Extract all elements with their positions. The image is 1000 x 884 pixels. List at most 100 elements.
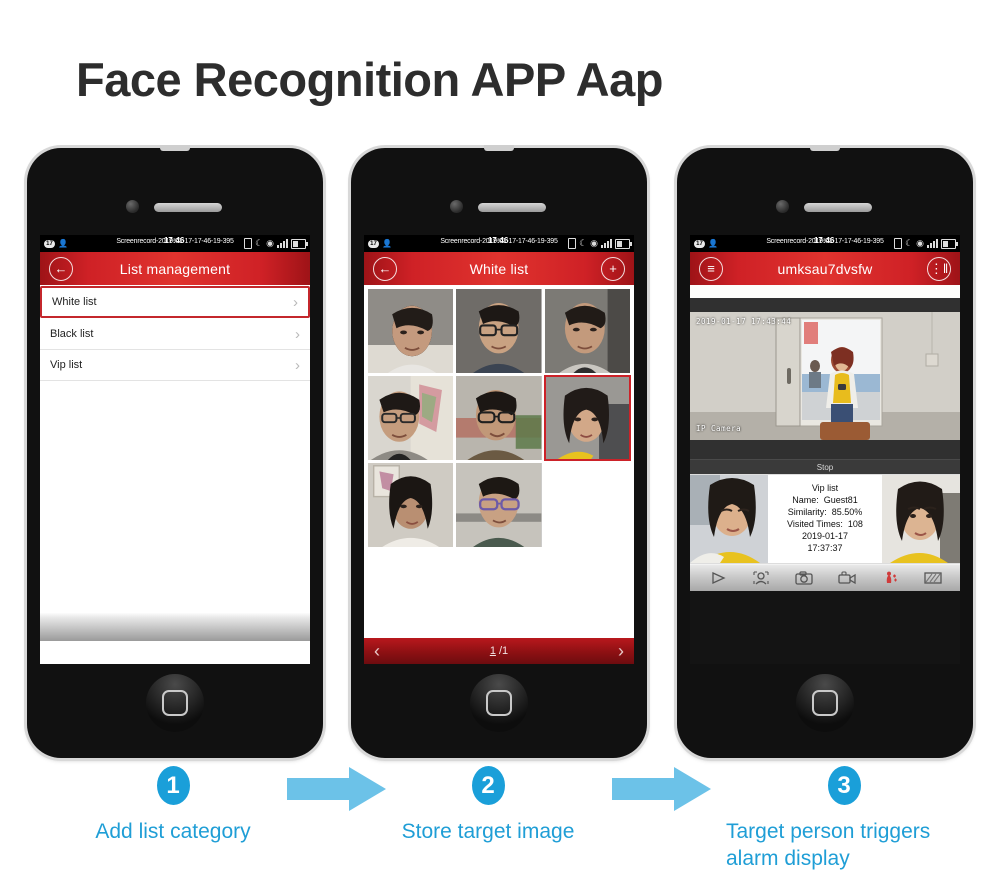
chevron-right-icon: › (293, 293, 298, 311)
pagination-total: /1 (495, 645, 509, 657)
list-item-label: Vip list (50, 359, 83, 371)
step-1-badge: 1 (156, 766, 190, 805)
phone-3-title: umksau7dvsfw (777, 260, 873, 277)
step-2-badge: 2 (471, 766, 505, 805)
back-arrow-icon[interactable]: ← (49, 256, 73, 281)
face-thumb-1[interactable] (368, 289, 454, 373)
wifi-icon: ◉ (266, 238, 274, 248)
page-title: Face Recognition APP Aap (76, 53, 663, 106)
earpiece-speaker-icon (154, 203, 222, 212)
alarm-icon[interactable] (879, 570, 901, 587)
contact-icon: 👤 (58, 238, 68, 248)
face-grid-empty-area (364, 551, 634, 636)
status-bar-left: 17 👤 (690, 239, 718, 248)
home-button[interactable] (470, 674, 528, 732)
phone-2-title: White list (469, 260, 529, 277)
status-bar-left: 17 👤 (40, 238, 68, 248)
status-bar: 17 👤 17:46 Screenrecord-2019-01-17-17-46… (364, 235, 634, 252)
add-plus-icon[interactable]: + (601, 256, 625, 281)
front-camera-icon (776, 200, 789, 213)
video-timestamp: 2019-01-17 17:43:44 (696, 317, 792, 326)
list-item-vip-list[interactable]: Vip list › (40, 350, 310, 381)
face-thumb-7[interactable] (368, 463, 454, 547)
silent-moon-icon: ☾ (579, 238, 588, 248)
wifi-icon: ◉ (916, 238, 924, 248)
signal-bars-icon (601, 239, 612, 248)
flow-arrow-2 (612, 765, 712, 818)
step-3-badge: 3 (827, 766, 861, 805)
status-bar-right: ☾ ◉ (568, 238, 634, 249)
status-bar-recording-text: Screenrecord-2019-01-17-17-46-19-395 (116, 238, 234, 245)
wifi-icon: ◉ (590, 238, 598, 248)
flow-arrow-1 (287, 765, 387, 818)
alarm-visited-row: Visited Times: 108 (787, 519, 863, 531)
alarm-visited-value: 108 (847, 519, 863, 529)
video-channel-label: IP Camera (696, 424, 742, 433)
face-thumb-4[interactable] (368, 376, 454, 460)
status-bar-right: ☾ ◉ (244, 238, 310, 249)
pagination-bar: ‹ 1 /1 › (364, 636, 634, 664)
home-button-square-icon (812, 690, 838, 716)
signal-bars-icon (277, 239, 288, 248)
chevron-right-icon[interactable]: › (618, 642, 624, 660)
earpiece-speaker-icon (478, 203, 546, 212)
face-thumbnail-grid (364, 285, 634, 551)
phone-top-notch-icon (484, 145, 514, 151)
list-empty-area (40, 381, 310, 613)
phone-top-notch-icon (160, 145, 190, 151)
live-video-player[interactable]: 2019-01-17 17:43:44 IP Camera Stop (690, 298, 960, 474)
contact-icon: 👤 (382, 238, 392, 248)
alarm-time: 17:37:37 (807, 542, 843, 553)
home-button[interactable] (796, 674, 854, 732)
face-thumb-6[interactable] (543, 375, 632, 461)
face-thumb-8[interactable] (456, 463, 542, 547)
face-thumb-3[interactable] (544, 289, 630, 373)
face-thumb-5[interactable] (456, 376, 542, 460)
video-stop-button[interactable]: Stop (690, 459, 960, 474)
list-item-white-list[interactable]: White list › (40, 286, 310, 318)
device-settings-icon[interactable]: ⋮‖ (927, 256, 951, 281)
status-bar: 17 👤 17:46 Screenrecord-2019-01-17-17-46… (690, 235, 960, 252)
home-button-square-icon (486, 690, 512, 716)
alarm-list-type: Vip list (811, 483, 839, 494)
status-bar-recording-text: Screenrecord-2019-01-17-17-46-19-395 (766, 238, 884, 245)
step-1-label: Add list category (95, 820, 251, 843)
record-video-icon[interactable] (836, 570, 858, 587)
status-bar-right: ☾ ◉ (894, 238, 960, 249)
list-item-black-list[interactable]: Black list › (40, 319, 310, 350)
front-camera-icon (450, 200, 463, 213)
registered-face-thumb[interactable] (882, 475, 960, 563)
list-management-list: White list › Black list › Vip list › (40, 286, 310, 381)
face-thumb-empty (544, 463, 630, 547)
list-item-label: Black list (50, 328, 94, 340)
alarm-match-panel: Vip list Name: Guest81 Similarity: 85.50… (690, 474, 960, 564)
hamburger-menu-icon[interactable]: ≡ (699, 256, 723, 281)
phone-3-app-header: ≡ umksau7dvsfw ⋮‖ (690, 252, 960, 285)
captured-face-thumb[interactable] (690, 475, 768, 563)
phone-2-screen: 17 👤 17:46 Screenrecord-2019-01-17-17-46… (364, 235, 634, 664)
step-1: 1 Add list category (92, 766, 254, 846)
list-item-label: White list (52, 296, 97, 308)
alarm-similarity-row: Similarity: 85.50% (788, 507, 863, 519)
face-thumb-2[interactable] (456, 289, 542, 373)
sim-icon (568, 238, 577, 249)
face-image-3 (544, 289, 630, 373)
snapshot-camera-icon[interactable] (793, 570, 815, 587)
video-scene-image (690, 312, 960, 440)
fullscreen-grid-icon[interactable] (922, 570, 944, 587)
face-detect-icon[interactable] (750, 570, 772, 587)
signal-bars-icon (927, 239, 938, 248)
silent-moon-icon: ☾ (255, 238, 264, 248)
captured-face-image (690, 475, 768, 563)
face-image-4 (368, 376, 454, 460)
back-arrow-icon[interactable]: ← (373, 256, 397, 281)
face-image-7 (368, 463, 454, 547)
step-3: 3 Target person triggers alarm display (726, 766, 962, 873)
play-icon[interactable] (707, 570, 729, 587)
alarm-similarity-label: Similarity: (787, 507, 827, 518)
chevron-left-icon[interactable]: ‹ (374, 642, 380, 660)
sim-icon (894, 238, 903, 249)
face-image-2 (456, 289, 542, 373)
earpiece-speaker-icon (804, 203, 872, 212)
home-button[interactable] (146, 674, 204, 732)
